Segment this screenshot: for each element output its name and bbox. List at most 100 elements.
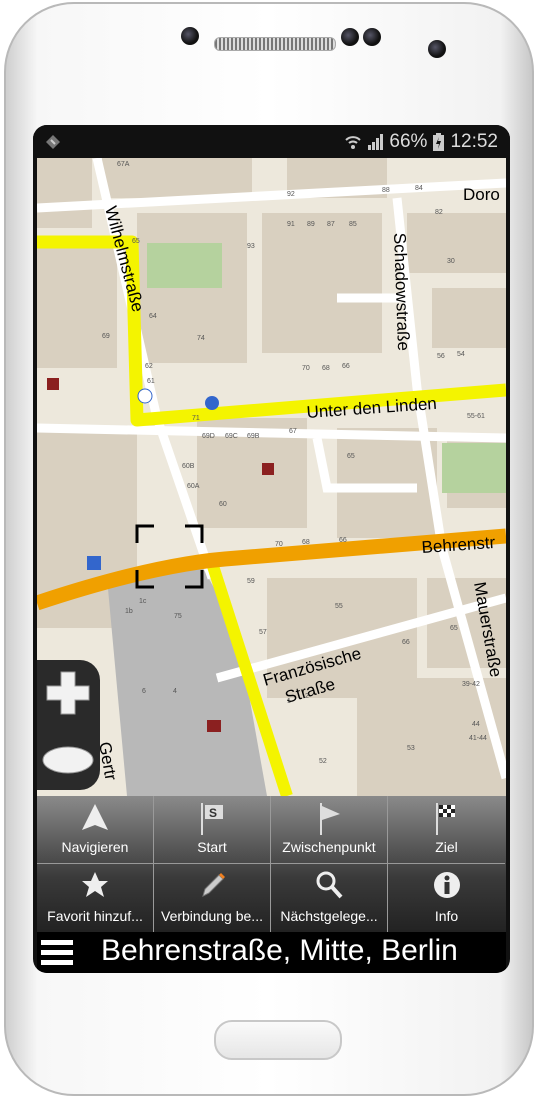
add-favorite-button[interactable]: Favorit hinzuf... (37, 864, 154, 932)
svg-text:52: 52 (319, 758, 327, 765)
svg-text:75: 75 (174, 613, 182, 620)
zoom-controls (37, 660, 100, 790)
home-button[interactable] (214, 1020, 342, 1060)
app-notification-icon (46, 135, 60, 149)
zoom-out-button[interactable] (42, 745, 94, 775)
info-button[interactable]: Info (388, 864, 505, 932)
svg-text:4: 4 (173, 688, 177, 695)
restaurant-icon (262, 463, 274, 475)
svg-text:65: 65 (450, 625, 458, 632)
svg-text:92: 92 (287, 191, 295, 198)
svg-text:53: 53 (407, 745, 415, 752)
nearby-search-button[interactable]: Nächstgelege... (271, 864, 388, 932)
svg-text:61: 61 (147, 378, 155, 385)
svg-text:66: 66 (342, 363, 350, 370)
svg-text:65: 65 (347, 453, 355, 460)
waypoint-flag-icon (320, 803, 340, 835)
start-flag-icon: S (201, 803, 223, 835)
svg-text:2: 2 (305, 693, 309, 700)
svg-text:93: 93 (247, 243, 255, 250)
street-label: Schadowstraße (390, 232, 413, 351)
restaurant-icon (47, 378, 59, 390)
location-title: Behrenstraße, Mitte, Berlin (101, 934, 458, 967)
svg-text:S: S (209, 806, 217, 820)
signal-icon (368, 134, 384, 150)
svg-text:55-61: 55-61 (467, 413, 485, 420)
svg-text:69D: 69D (202, 433, 215, 440)
svg-text:39-42: 39-42 (462, 681, 480, 688)
svg-text:88: 88 (382, 187, 390, 194)
svg-text:69: 69 (102, 333, 110, 340)
navigate-arrow-icon (82, 804, 108, 830)
svg-text:64: 64 (149, 313, 157, 320)
wifi-icon (345, 136, 362, 149)
finish-flag-icon (435, 803, 455, 835)
search-icon (316, 871, 343, 899)
svg-text:6: 6 (142, 688, 146, 695)
svg-text:85: 85 (349, 221, 357, 228)
svg-text:62: 62 (145, 363, 153, 370)
svg-text:66: 66 (339, 537, 347, 544)
front-camera (428, 40, 446, 58)
svg-text:91: 91 (287, 221, 295, 228)
start-button[interactable]: S Start (154, 796, 271, 864)
speaker-grille (214, 37, 336, 51)
info-icon (433, 872, 460, 898)
sensor (363, 28, 381, 46)
svg-text:41-44: 41-44 (469, 735, 487, 742)
svg-text:74: 74 (197, 335, 205, 342)
street-label: Doro (463, 185, 500, 204)
sensor (181, 27, 199, 45)
svg-text:1b: 1b (125, 608, 133, 615)
info-poi-icon (137, 388, 153, 404)
star-icon (82, 872, 108, 897)
svg-text:59: 59 (247, 578, 255, 585)
svg-text:66: 66 (402, 639, 410, 646)
svg-text:67A: 67A (117, 161, 130, 168)
status-bar: 66% 12:52 (33, 125, 510, 158)
battery-charging-icon (433, 133, 445, 151)
svg-text:71: 71 (192, 415, 200, 422)
svg-text:30: 30 (447, 258, 455, 265)
street-label: Behrenstr (421, 533, 496, 557)
svg-text:65: 65 (132, 238, 140, 245)
svg-text:1c: 1c (139, 598, 147, 605)
svg-text:82: 82 (435, 209, 443, 216)
svg-text:55: 55 (335, 603, 343, 610)
svg-text:70: 70 (275, 541, 283, 548)
svg-text:89: 89 (307, 221, 315, 228)
battery-percent: 66% (389, 131, 428, 152)
svg-text:69C: 69C (225, 433, 238, 440)
navigate-button[interactable]: Navigieren (37, 796, 154, 864)
svg-text:54: 54 (457, 351, 465, 358)
parking-icon (87, 556, 101, 570)
restaurant-icon (207, 720, 221, 732)
svg-text:57: 57 (259, 629, 267, 636)
zoom-in-button[interactable] (45, 670, 91, 716)
svg-text:68: 68 (302, 539, 310, 546)
clock: 12:52 (450, 131, 498, 152)
svg-text:69B: 69B (247, 433, 260, 440)
map-view[interactable]: Wilhelmstraße Schadowstraße Doro Unter d… (37, 158, 506, 796)
svg-text:60A: 60A (187, 483, 200, 490)
svg-text:70: 70 (302, 365, 310, 372)
map-canvas[interactable]: Wilhelmstraße Schadowstraße Doro Unter d… (37, 158, 506, 796)
pencil-icon (202, 873, 225, 897)
bus-stop-icon (205, 396, 219, 410)
edit-connection-button[interactable]: Verbindung be... (154, 864, 271, 932)
sensor (341, 28, 359, 46)
bottom-bar: Behrenstraße, Mitte, Berlin (37, 932, 506, 973)
svg-text:84: 84 (415, 185, 423, 192)
svg-text:68: 68 (322, 365, 330, 372)
waypoint-button[interactable]: Zwischenpunkt (271, 796, 388, 864)
svg-text:56: 56 (437, 353, 445, 360)
screen: 66% 12:52 Wilhelmstraße Schadowstraße Do… (33, 125, 510, 973)
destination-button[interactable]: Ziel (388, 796, 505, 864)
buildings (37, 158, 506, 796)
svg-text:44: 44 (472, 721, 480, 728)
svg-text:1: 1 (287, 698, 291, 705)
context-menu: Navigieren S Start Zwischenpunkt Ziel Fa… (37, 796, 506, 932)
hamburger-menu-icon[interactable] (41, 940, 73, 966)
svg-text:67: 67 (289, 428, 297, 435)
svg-text:87: 87 (327, 221, 335, 228)
